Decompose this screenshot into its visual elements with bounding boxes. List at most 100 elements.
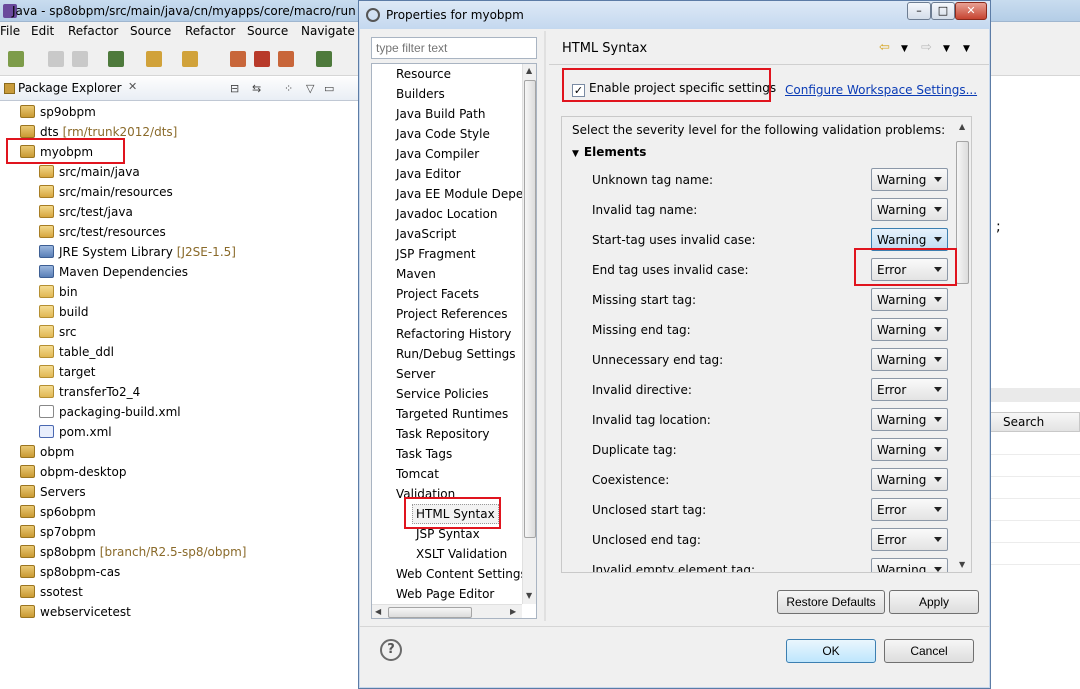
tree-item[interactable]: sp7obpm [20,522,96,542]
nav-item[interactable]: Targeted Runtimes [396,404,508,424]
tree-item[interactable]: src [39,322,77,342]
close-icon[interactable]: ✕ [128,80,137,93]
nav-item[interactable]: Java Editor [396,164,461,184]
tree-item[interactable]: webservicetest [20,602,131,622]
view-menu-icon[interactable]: ▼ [963,44,970,54]
filter-icon[interactable]: ⁘ [284,82,293,95]
configure-workspace-link[interactable]: Configure Workspace Settings... [785,83,977,97]
tomcat-restart-icon[interactable] [278,51,294,67]
back-dropdown-icon[interactable]: ▼ [901,44,908,54]
nav-item[interactable]: JSP Fragment [396,244,476,264]
nav-scroll-thumb[interactable] [524,80,536,538]
restore-defaults-button[interactable]: Restore Defaults [777,590,885,614]
tree-item[interactable]: transferTo2_4 [39,382,140,402]
nav-item[interactable]: Maven [396,264,436,284]
settings-scroll-thumb[interactable] [956,141,969,284]
help-icon[interactable]: ? [380,639,402,661]
severity-dropdown[interactable]: Warning [871,198,948,221]
menu-refactor[interactable]: Refactor [68,24,118,38]
tree-item[interactable]: bin [39,282,78,302]
elements-section[interactable]: ▼ Elements [572,145,646,159]
menu-file[interactable]: File [0,24,20,38]
new-class-icon[interactable] [182,51,198,67]
tree-item[interactable]: packaging-build.xml [39,402,181,422]
tree-item[interactable]: build [39,302,89,322]
nav-item[interactable]: Project References [396,304,508,324]
severity-dropdown[interactable]: Warning [871,408,948,431]
maximize-button[interactable]: □ [931,2,955,20]
severity-dropdown[interactable]: Warning [871,558,948,572]
severity-dropdown[interactable]: Error [871,528,948,551]
tree-item[interactable]: pom.xml [39,422,112,442]
nav-item[interactable]: XSLT Validation [416,544,507,564]
link-editor-icon[interactable]: ⇆ [252,82,261,95]
severity-dropdown[interactable]: Warning [871,468,948,491]
severity-dropdown[interactable]: Error [871,498,948,521]
search-view-tab[interactable]: Search [990,412,1080,432]
nav-item[interactable]: Refactoring History [396,324,511,344]
severity-dropdown[interactable]: Warning [871,348,948,371]
tomcat-stop-icon[interactable] [254,51,270,67]
scroll-right-icon[interactable]: ▶ [510,607,516,616]
tree-item[interactable]: JRE System Library [J2SE-1.5] [39,242,236,262]
nav-item[interactable]: Run/Debug Settings [396,344,516,364]
tree-item[interactable]: sp9obpm [20,102,96,122]
view-menu-icon[interactable]: ▽ [306,82,314,95]
save-all-icon[interactable] [72,51,88,67]
nav-vertical-scrollbar[interactable]: ▲ ▼ [522,64,536,604]
menu-refactor-2[interactable]: Refactor [185,24,235,38]
tree-item[interactable]: target [39,362,96,382]
nav-item[interactable]: Java Compiler [396,144,479,164]
severity-dropdown[interactable]: Warning [871,288,948,311]
tree-item[interactable]: src/test/java [39,202,133,222]
nav-item[interactable]: Tomcat [396,464,439,484]
ok-button[interactable]: OK [786,639,876,663]
minimize-view-icon[interactable]: ▭ [324,82,334,95]
tree-item[interactable]: obpm-desktop [20,462,126,482]
nav-hscroll-thumb[interactable] [388,607,472,618]
scroll-up-icon[interactable]: ▲ [959,122,965,131]
tree-item[interactable]: Maven Dependencies [39,262,188,282]
tree-item[interactable]: Servers [20,482,86,502]
download-icon[interactable] [108,51,124,67]
severity-dropdown[interactable]: Warning [871,438,948,461]
minimize-button[interactable]: – [907,2,931,20]
package-explorer-title[interactable]: Package Explorer [18,81,122,95]
menu-edit[interactable]: Edit [31,24,54,38]
close-button[interactable]: ✕ [955,2,987,20]
nav-item[interactable]: Task Tags [396,444,452,464]
tree-item[interactable]: src/test/resources [39,222,166,242]
menu-source-2[interactable]: Source [247,24,288,38]
nav-item[interactable]: Server [396,364,435,384]
nav-item[interactable]: Task Repository [396,424,490,444]
tree-item[interactable]: src/main/resources [39,182,173,202]
nav-item[interactable]: JavaScript [396,224,456,244]
tree-item[interactable]: sp8obpm [branch/R2.5-sp8/obpm] [20,542,246,562]
severity-dropdown[interactable]: Error [871,378,948,401]
filter-input[interactable] [371,37,537,59]
nav-item[interactable]: Service Policies [396,384,489,404]
nav-item[interactable]: Web Content Settings [396,564,527,584]
tomcat-start-icon[interactable] [230,51,246,67]
scroll-left-icon[interactable]: ◀ [375,607,381,616]
apply-button[interactable]: Apply [889,590,979,614]
tree-item[interactable]: obpm [20,442,74,462]
settings-vertical-scrollbar[interactable]: ▲ ▼ [954,117,971,572]
forward-arrow-icon[interactable]: ⇨ [921,40,932,55]
nav-item[interactable]: Java EE Module Depe [396,184,523,204]
nav-item[interactable]: Web Page Editor [396,584,494,604]
save-icon[interactable] [48,51,64,67]
tree-item[interactable]: table_ddl [39,342,114,362]
expand-triangle-icon[interactable]: ▼ [572,149,579,159]
tree-item[interactable]: sp6obpm [20,502,96,522]
tree-item[interactable]: ssotest [20,582,83,602]
splitter[interactable] [544,31,546,621]
tree-item[interactable]: sp8obpm-cas [20,562,120,582]
new-wizard-icon[interactable] [8,51,24,67]
menu-navigate[interactable]: Navigate [301,24,355,38]
tree-item[interactable]: src/main/java [39,162,140,182]
back-arrow-icon[interactable]: ⇦ [879,40,890,55]
nav-item[interactable]: Builders [396,84,445,104]
debug-icon[interactable] [316,51,332,67]
scroll-down-icon[interactable]: ▼ [959,560,965,569]
